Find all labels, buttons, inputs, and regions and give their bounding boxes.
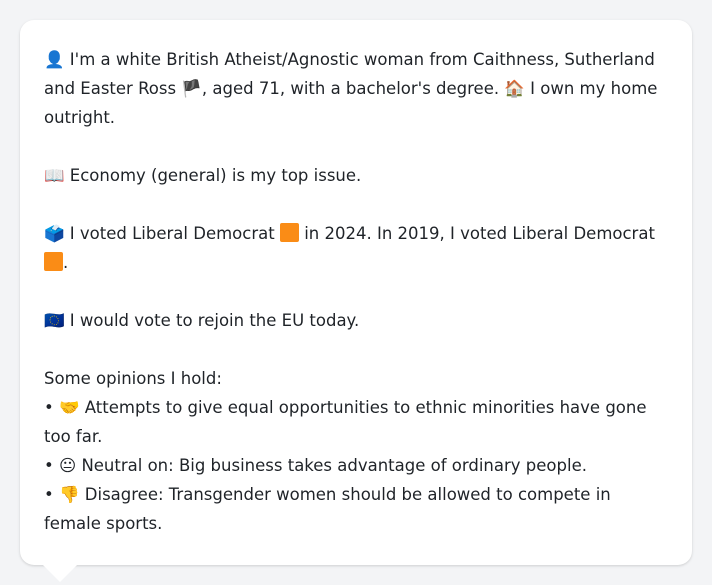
issue-paragraph: 📖 Economy (general) is my top issue. <box>44 161 668 190</box>
page: 👤 I'm a white British Atheist/Agnostic w… <box>0 0 712 585</box>
opinions-heading: Some opinions I hold: <box>44 369 222 388</box>
bullet: • <box>44 485 54 504</box>
opinion-text: Neutral on: Big business takes advantage… <box>81 456 587 475</box>
party-color-square-icon <box>44 252 63 271</box>
scotland-flag-icon: 🏴 <box>181 79 202 98</box>
opinion-text: Attempts to give equal opportunities to … <box>44 398 647 446</box>
opinion-text: Disagree: Transgender women should be al… <box>44 485 611 533</box>
neutral-face-icon: 😐 <box>58 456 77 475</box>
profile-paragraph: 👤 I'm a white British Atheist/Agnostic w… <box>44 45 668 132</box>
party-color-square-icon <box>279 223 299 242</box>
eu-flag-icon: 🇪🇺 <box>44 311 65 330</box>
house-icon: 🏠 <box>504 79 525 98</box>
bubble-tail <box>42 564 78 582</box>
bullet: • <box>44 456 54 475</box>
book-icon: 📖 <box>44 166 65 185</box>
eu-paragraph: 🇪🇺 I would vote to rejoin the EU today. <box>44 306 668 335</box>
ballot-box-icon: 🗳️ <box>44 224 65 243</box>
issue-text: Economy (general) is my top issue. <box>69 166 362 185</box>
profile-text-b: , aged 71, with a bachelor's degree. <box>201 79 500 98</box>
vote-text-a: I voted Liberal Democrat <box>69 224 275 243</box>
handshake-icon: 🤝 <box>58 398 80 417</box>
vote-text-b: in 2024. In 2019, I voted Liberal Democr… <box>304 224 655 243</box>
chat-bubble: 👤 I'm a white British Atheist/Agnostic w… <box>20 20 692 565</box>
person-icon: 👤 <box>44 50 65 69</box>
thumbs-down-icon: 👎 <box>58 485 80 504</box>
bullet: • <box>44 398 54 417</box>
opinion-item: • 🤝 Attempts to give equal opportunities… <box>44 393 668 451</box>
vote-paragraph: 🗳️ I voted Liberal Democrat in 2024. In … <box>44 219 668 277</box>
vote-text-c: . <box>63 253 69 272</box>
eu-text: I would vote to rejoin the EU today. <box>69 311 360 330</box>
opinion-item: • 😐 Neutral on: Big business takes advan… <box>44 451 668 480</box>
opinion-item: • 👎 Disagree: Transgender women should b… <box>44 480 668 538</box>
